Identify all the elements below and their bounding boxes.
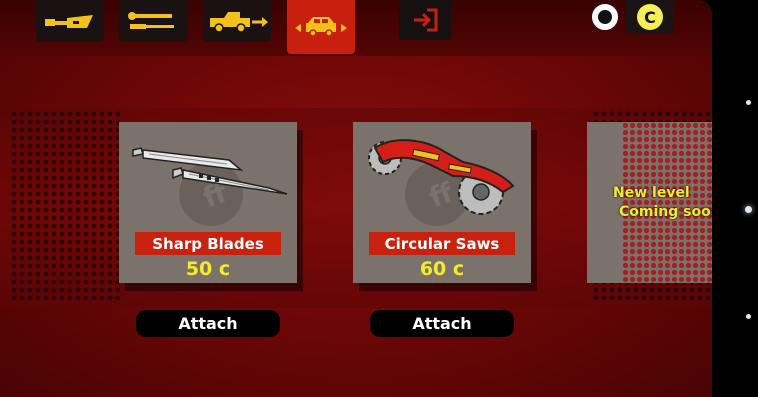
coming-soon-line: Coming soon — [619, 204, 712, 220]
item-name: Circular Saws — [369, 232, 515, 255]
back-nav-button[interactable] — [746, 100, 751, 105]
tow-truck-tab[interactable] — [203, 0, 271, 42]
home-nav-button[interactable] — [745, 206, 752, 213]
blade-parts-tab[interactable] — [36, 0, 104, 42]
game-screen: C ff Sharp Blades 50 c ff Circular Saws … — [0, 0, 712, 397]
coming-soon-line: New level — [613, 185, 690, 201]
system-nav-bar — [712, 0, 758, 397]
attach-button-circular-saws[interactable]: Attach — [370, 310, 514, 337]
tow-truck-icon — [210, 12, 268, 33]
circular-saw-icon: ff — [368, 139, 515, 226]
coin-icon: C — [637, 4, 663, 30]
tools-tab[interactable] — [119, 0, 187, 42]
item-name: Sharp Blades — [135, 232, 281, 255]
exit-door-icon — [414, 8, 438, 32]
item-card-sharp-blades[interactable]: ff Sharp Blades 50 c — [119, 122, 297, 283]
item-price: 60 c — [419, 258, 465, 280]
car-arrows-icon — [295, 17, 347, 37]
car-attachments-tab[interactable] — [287, 0, 355, 54]
coming-soon-text: New level Coming soon — [613, 184, 712, 222]
coin-balance[interactable]: C — [626, 0, 674, 34]
item-price: 50 c — [185, 258, 231, 280]
halftone-pattern — [10, 110, 120, 300]
exit-button[interactable] — [399, 0, 451, 40]
attach-button-sharp-blades[interactable]: Attach — [136, 310, 280, 337]
blade-icon — [45, 15, 93, 28]
ring-icon — [592, 4, 618, 30]
blades-icon: ff — [132, 147, 288, 226]
wrench-screwdriver-icon — [128, 12, 174, 29]
recents-nav-button[interactable] — [746, 314, 751, 319]
item-card-circular-saws[interactable]: ff Circular Saws 60 c — [353, 122, 531, 283]
item-card-locked: New level Coming soon — [587, 122, 712, 283]
